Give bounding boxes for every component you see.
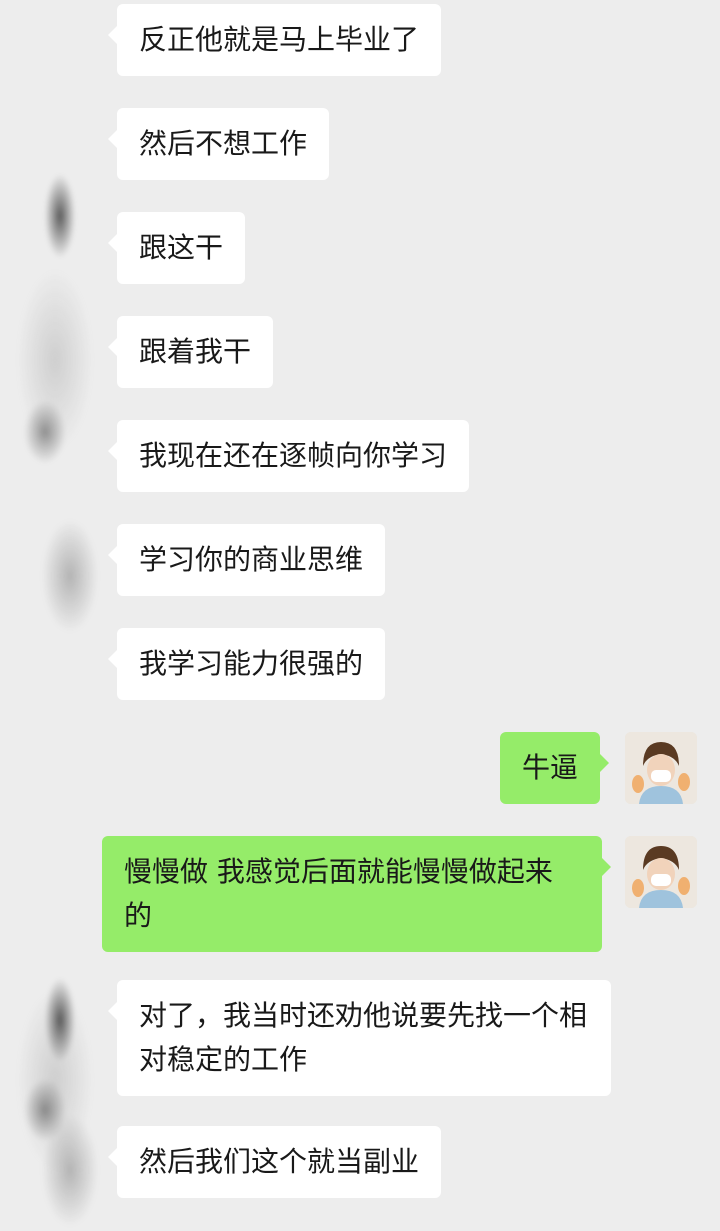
message-bubble-incoming[interactable]: 反正他就是马上毕业了 [107,4,442,76]
message-bubble-incoming[interactable]: 学习你的商业思维 [107,524,386,596]
message-bubble-incoming[interactable]: 跟这干 [107,212,246,284]
message-bubble-outgoing[interactable]: 牛逼 [500,732,610,804]
message-bubble-incoming[interactable]: 我学习能力很强的 [107,628,386,700]
blurred-avatar-icon [0,930,115,1230]
message-bubble-incoming[interactable]: 对了，我当时还劝他说要先找一个相对稳定的工作 [108,980,611,1096]
message-bubble-incoming[interactable]: 然后我们这个就当副业 [107,1126,442,1198]
user-avatar-icon[interactable] [625,732,697,804]
message-bubble-incoming[interactable]: 然后不想工作 [107,108,330,180]
blurred-avatar-icon [0,0,115,720]
user-avatar-icon[interactable] [625,836,697,908]
message-bubble-outgoing[interactable]: 慢慢做 我感觉后面就能慢慢做起来的 [102,836,611,952]
message-bubble-incoming[interactable]: 跟着我干 [107,316,274,388]
message-bubble-incoming[interactable]: 我现在还在逐帧向你学习 [107,420,470,492]
chat-area: 反正他就是马上毕业了 然后不想工作 跟这干 跟着我干 我现在还在逐帧向你学习 学… [0,0,720,1231]
